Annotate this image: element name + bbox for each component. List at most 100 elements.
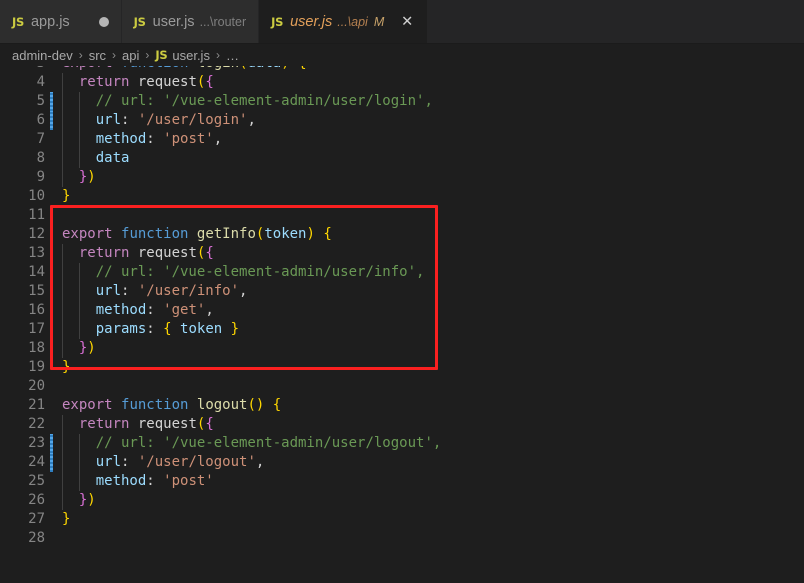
code-token: export	[62, 397, 113, 413]
code-line[interactable]: 12 export function getInfo(token) {	[0, 225, 804, 244]
line-number: 24	[28, 454, 45, 470]
code-lines-container: 3export function login(data) {4 return r…	[0, 66, 804, 548]
code-token: 'post'	[163, 473, 214, 489]
breadcrumb: admin-dev › src › api › JS user.js › …	[0, 44, 804, 66]
line-number: 21	[28, 397, 45, 413]
code-line-content: method: 'post'	[45, 472, 804, 491]
code-line[interactable]: 16 method: 'get',	[0, 301, 804, 320]
code-token: }	[62, 511, 71, 527]
code-token: data	[247, 66, 281, 71]
code-line[interactable]: 10}	[0, 187, 804, 206]
breadcrumb-item-user-js[interactable]: JS user.js	[153, 48, 212, 63]
code-token: ,	[247, 112, 256, 128]
line-number: 17	[28, 321, 45, 337]
breadcrumb-item-admin-dev[interactable]: admin-dev	[10, 48, 75, 63]
code-line-content: method: 'post',	[45, 130, 804, 149]
code-line[interactable]: 13 return request({	[0, 244, 804, 263]
code-token: {	[163, 321, 172, 337]
code-token: export	[62, 66, 113, 71]
code-line[interactable]: 17 params: { token }	[0, 320, 804, 339]
line-number: 5	[36, 93, 45, 109]
code-line[interactable]: 28	[0, 529, 804, 548]
code-token: (	[247, 397, 256, 413]
code-line-content: url: '/user/logout',	[45, 453, 804, 472]
code-token: export	[62, 226, 113, 242]
editor-tab-bar: JS app.js JS user.js ...\router JS user.…	[0, 0, 804, 44]
code-token: // url: '/vue-element-admin/user/logout'…	[95, 435, 442, 451]
code-line[interactable]: 21 export function logout() {	[0, 396, 804, 415]
line-number: 6	[36, 112, 45, 128]
code-line[interactable]: 15 url: '/user/info',	[0, 282, 804, 301]
code-token: '/user/login'	[137, 112, 248, 128]
tab-app-js[interactable]: JS app.js	[0, 0, 122, 43]
code-line[interactable]: 6 url: '/user/login',	[0, 111, 804, 130]
code-editor[interactable]: 3export function login(data) {4 return r…	[0, 66, 804, 583]
code-token: data	[95, 150, 130, 166]
code-token: url	[95, 112, 122, 128]
code-line[interactable]: 25 method: 'post'	[0, 472, 804, 491]
code-token: )	[306, 226, 315, 242]
code-token: function	[121, 397, 189, 413]
code-token: :	[146, 473, 164, 489]
code-line[interactable]: 14 // url: '/vue-element-admin/user/info…	[0, 263, 804, 282]
code-line[interactable]: 18 })	[0, 339, 804, 358]
code-line[interactable]: 8 data	[0, 149, 804, 168]
code-line[interactable]: 4 return request({	[0, 73, 804, 92]
code-line-content: // url: '/vue-element-admin/user/logout'…	[45, 434, 804, 453]
line-number: 9	[36, 169, 45, 185]
code-line[interactable]: 9 })	[0, 168, 804, 187]
tab-user-js-router[interactable]: JS user.js ...\router	[121, 0, 260, 43]
code-line-content: return request({	[45, 415, 804, 434]
code-token: :	[146, 131, 164, 147]
close-icon[interactable]: ✕	[399, 14, 415, 30]
code-line[interactable]: 27}	[0, 510, 804, 529]
code-line[interactable]: 11	[0, 206, 804, 225]
code-line[interactable]: 26 })	[0, 491, 804, 510]
code-line[interactable]: 7 method: 'post',	[0, 130, 804, 149]
code-token: {	[205, 74, 214, 90]
code-line[interactable]: 3export function login(data) {	[0, 66, 804, 73]
code-line-content: return request({	[45, 244, 804, 263]
code-token: }	[62, 359, 71, 375]
line-number: 27	[28, 511, 45, 527]
code-line[interactable]: 5 // url: '/vue-element-admin/user/login…	[0, 92, 804, 111]
code-token: )	[87, 340, 96, 356]
code-line-content: }	[45, 187, 804, 206]
tab-bar-empty-space	[428, 0, 804, 43]
code-line[interactable]: 19}	[0, 358, 804, 377]
unsaved-indicator-dot[interactable]	[98, 16, 109, 27]
code-line[interactable]: 24 url: '/user/logout',	[0, 453, 804, 472]
code-token: request	[137, 245, 197, 261]
code-token: method	[95, 302, 147, 318]
code-token: :	[121, 454, 138, 470]
code-token: )	[281, 66, 289, 71]
code-token: request	[137, 74, 197, 90]
breadcrumb-item-symbol-overflow[interactable]: …	[224, 48, 241, 63]
breadcrumb-item-api[interactable]: api	[120, 48, 141, 63]
breadcrumb-item-src[interactable]: src	[87, 48, 108, 63]
code-token: :	[146, 321, 164, 337]
code-line[interactable]: 23 // url: '/vue-element-admin/user/logo…	[0, 434, 804, 453]
tab-user-js-api[interactable]: JS user.js ...\api M ✕	[259, 0, 429, 43]
code-line[interactable]: 22 return request({	[0, 415, 804, 434]
code-token: // url: '/vue-element-admin/user/login',	[95, 93, 433, 109]
code-line[interactable]: 20	[0, 377, 804, 396]
code-token: :	[146, 302, 164, 318]
line-number: 22	[28, 416, 45, 432]
code-line-content: })	[45, 168, 804, 187]
code-line-content: return request({	[45, 73, 804, 92]
js-file-icon: JS	[12, 14, 24, 29]
code-token: '/user/info'	[137, 283, 240, 299]
